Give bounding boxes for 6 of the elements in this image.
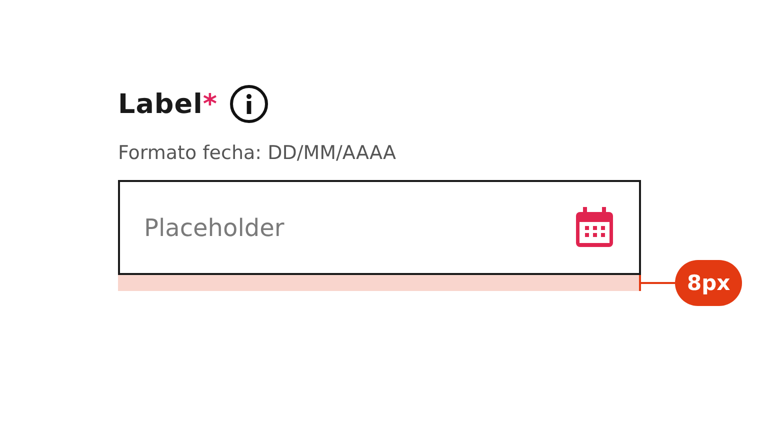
spacing-annotation: 8px — [639, 260, 742, 306]
calendar-icon[interactable] — [576, 207, 613, 247]
date-input-field[interactable]: Placeholder — [118, 180, 641, 275]
info-icon[interactable] — [229, 84, 270, 124]
helper-text: Formato fecha: DD/MM/AAAA — [118, 141, 397, 166]
field-label: Label* — [118, 88, 218, 120]
